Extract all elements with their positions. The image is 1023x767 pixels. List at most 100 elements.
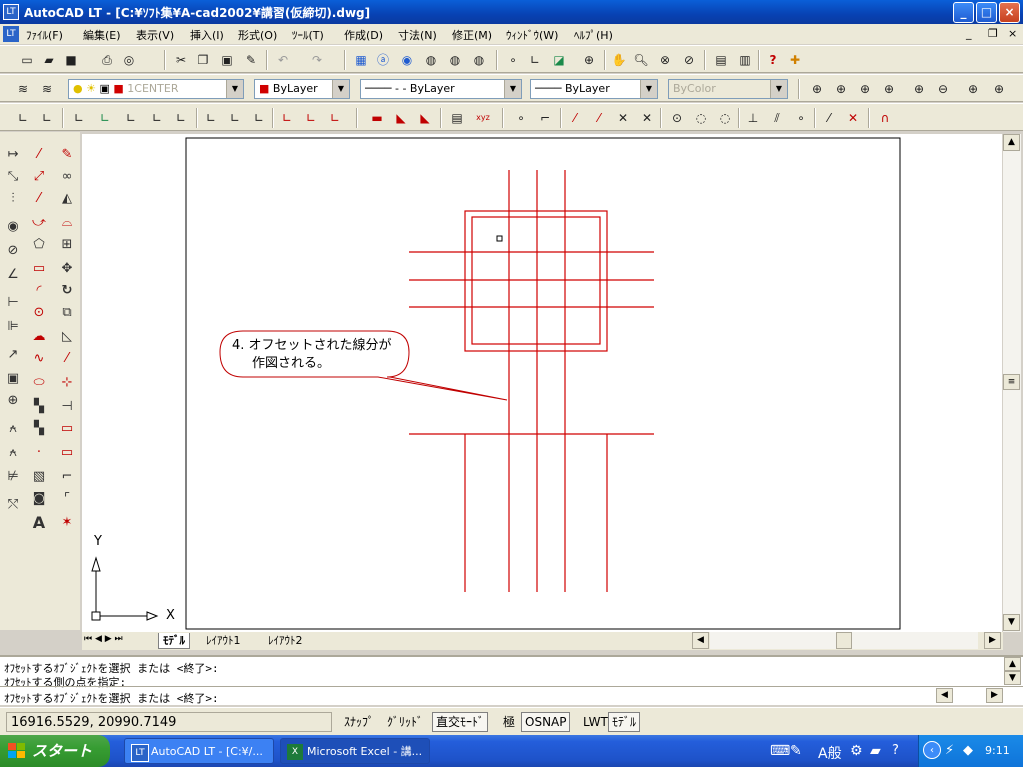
copy-object-icon[interactable]: ∞ [56, 166, 78, 188]
chamfer-icon[interactable]: ⌐ [56, 466, 78, 488]
ucs-y-icon[interactable]: ∟ [148, 109, 166, 127]
region-icon[interactable]: ◙ [28, 488, 50, 510]
ellipse-icon[interactable]: ⬭ [28, 372, 50, 394]
revcloud-icon[interactable]: ☁ [28, 326, 50, 348]
pan-icon[interactable]: ✋ [610, 51, 628, 69]
ucs-named-icon[interactable]: ∟ [326, 109, 344, 127]
save-icon[interactable]: ■ [62, 51, 80, 69]
match-properties-icon[interactable]: ✎ [242, 51, 260, 69]
break-icon[interactable]: ▭ [56, 418, 78, 440]
tab-navigation[interactable]: ⏮ ◀ ▶ ⏭ [84, 634, 123, 644]
menu-modify[interactable]: 修正(M) [452, 27, 492, 43]
polar-toggle[interactable]: 極 [499, 712, 520, 732]
ucs-y-rotate-icon[interactable]: ∟ [226, 109, 244, 127]
cut-icon[interactable]: ✂ [172, 51, 190, 69]
dim-text-edit-icon[interactable]: ⍲ [2, 442, 24, 464]
point-icon[interactable]: · [28, 442, 50, 464]
web-icon[interactable]: ◉ [398, 51, 416, 69]
snap-perpendicular-icon[interactable]: ⊥ [744, 109, 762, 127]
linetype-dropdown[interactable]: ──── - - ByLayer ▼ [360, 79, 522, 99]
named-views-icon[interactable]: ◪ [550, 51, 568, 69]
globe-icon[interactable]: ◍ [470, 51, 488, 69]
ortho-toggle[interactable]: 直交ﾓｰﾄﾞ [432, 712, 489, 732]
move-icon[interactable]: ✥ [56, 258, 78, 280]
app-icon[interactable]: LT [3, 4, 19, 20]
snap-midpoint-icon[interactable]: ⁄ [590, 109, 608, 127]
dim-list-icon[interactable]: ▤ [448, 109, 466, 127]
center-mark-icon[interactable]: ⊕ [2, 390, 24, 412]
ime-dictionary-icon[interactable]: ▰ [870, 743, 881, 759]
start-button[interactable]: スタート [0, 735, 110, 767]
snap-nearest-icon[interactable]: ⁄ [820, 109, 838, 127]
keyboard-icon[interactable]: ⌨ [770, 743, 790, 759]
menu-format[interactable]: 形式(O) [238, 27, 277, 43]
ucs-z-icon[interactable]: ∟ [172, 109, 190, 127]
browse-icon[interactable]: ◍ [446, 51, 464, 69]
tab-layout1[interactable]: ﾚｲｱｳﾄ1 [202, 633, 245, 649]
redo-icon[interactable]: ↷ [308, 51, 326, 69]
menu-tools[interactable]: ﾂｰﾙ(T) [292, 27, 324, 43]
task-autocad[interactable]: LT AutoCAD LT - [C:¥/... [124, 738, 274, 764]
zoom-icon[interactable]: 🔍︎ [632, 51, 650, 69]
dim-style-icon[interactable]: ⤲ [2, 494, 24, 516]
dim-edit-icon[interactable]: ⍲ [2, 418, 24, 440]
mirror-icon[interactable]: ◭ [56, 188, 78, 210]
chevron-down-icon[interactable]: ▼ [226, 80, 243, 98]
spline-icon[interactable]: ∿ [28, 348, 50, 370]
chevron-down-icon[interactable]: ▼ [332, 80, 349, 98]
ucs-origin-icon[interactable]: ∟ [70, 109, 88, 127]
horizontal-scroll-thumb[interactable] [836, 632, 852, 649]
make-block-icon[interactable]: ▚ [28, 418, 50, 440]
snap-from-icon[interactable]: ⌐ [536, 109, 554, 127]
rectangle-icon[interactable]: ▭ [28, 258, 50, 280]
today-icon[interactable]: ✚ [786, 51, 804, 69]
zoom-dynamic-icon[interactable]: ⊕ [832, 80, 850, 98]
snap-node-icon[interactable]: ∘ [792, 109, 810, 127]
line-icon[interactable]: ⁄ [28, 144, 50, 166]
zoom-center-icon[interactable]: ⊕ [880, 80, 898, 98]
copy-icon[interactable]: ❐ [194, 51, 212, 69]
tab-model[interactable]: ﾓﾃﾞﾙ [158, 633, 190, 649]
task-excel[interactable]: X Microsoft Excel - 講... [280, 738, 430, 764]
snap-toggle[interactable]: ｽﾅｯﾌﾟ [340, 712, 379, 732]
close-button[interactable]: × [999, 2, 1020, 23]
network-icon[interactable]: ⚡ [945, 743, 954, 758]
fillet-icon[interactable]: ⌜ [56, 488, 78, 510]
dim-angular-icon[interactable]: ∠ [2, 264, 24, 286]
snap-settings-icon[interactable]: ∩ [876, 109, 894, 127]
zoom-in-icon[interactable]: ⊕ [910, 80, 928, 98]
arc-icon[interactable]: ◜ [28, 280, 50, 302]
snap-apparent-intersection-icon[interactable]: ✕ [638, 109, 656, 127]
list-icon[interactable]: ▥ [736, 51, 754, 69]
dim-linear-icon[interactable]: ▬ [368, 109, 386, 127]
explode-icon[interactable]: ✶ [56, 512, 78, 534]
snap-intersection-icon[interactable]: ✕ [614, 109, 632, 127]
snap-endpoint-icon[interactable]: ⁄ [566, 109, 584, 127]
new-file-icon[interactable]: ▭ [18, 51, 36, 69]
ucs-world-icon[interactable]: ∟ [14, 109, 32, 127]
command-window[interactable]: ｵﾌｾｯﾄするｵﾌﾞｼﾞｪｸﾄを選択 または <終了>: ｵﾌｾｯﾄする側の点を… [0, 655, 1023, 705]
scale-icon[interactable]: ⧉ [56, 302, 78, 324]
security-icon[interactable]: ◆ [963, 743, 973, 758]
scroll-up-icon[interactable]: ▲ [1003, 134, 1020, 151]
make-current-layer-icon[interactable]: ≋ [38, 80, 56, 98]
tolerance-icon[interactable]: ▣ [2, 368, 24, 390]
zoom-realtime-icon[interactable]: ⊕ [580, 51, 598, 69]
doc-minimize-button[interactable]: _ [966, 27, 972, 40]
menu-insert[interactable]: 挿入(I) [190, 27, 224, 43]
drawing-canvas[interactable]: 4. オフセットされた線分が 作図される。 Y X [82, 134, 1002, 632]
osnap-toggle[interactable]: OSNAP [521, 712, 571, 732]
chevron-down-icon[interactable]: ▼ [504, 80, 521, 98]
doc-restore-button[interactable]: ❐ [988, 27, 998, 40]
minimize-button[interactable]: _ [953, 2, 974, 23]
dim-aligned-icon[interactable]: ⤡ [2, 166, 24, 188]
dim-ordinate-icon[interactable]: ◣ [416, 109, 434, 127]
calculator-icon[interactable]: ▤ [712, 51, 730, 69]
model-toggle[interactable]: ﾓﾃﾞﾙ [608, 712, 641, 732]
rotate-icon[interactable]: ↻ [56, 280, 78, 302]
menu-help[interactable]: ﾍﾙﾌﾟ(H) [574, 27, 613, 43]
dim-baseline-icon[interactable]: ⊫ [2, 316, 24, 338]
tab-layout2[interactable]: ﾚｲｱｳﾄ2 [264, 633, 307, 649]
object-snap-icon[interactable]: ∘ [504, 51, 522, 69]
menu-edit[interactable]: 編集(E) [83, 27, 121, 43]
